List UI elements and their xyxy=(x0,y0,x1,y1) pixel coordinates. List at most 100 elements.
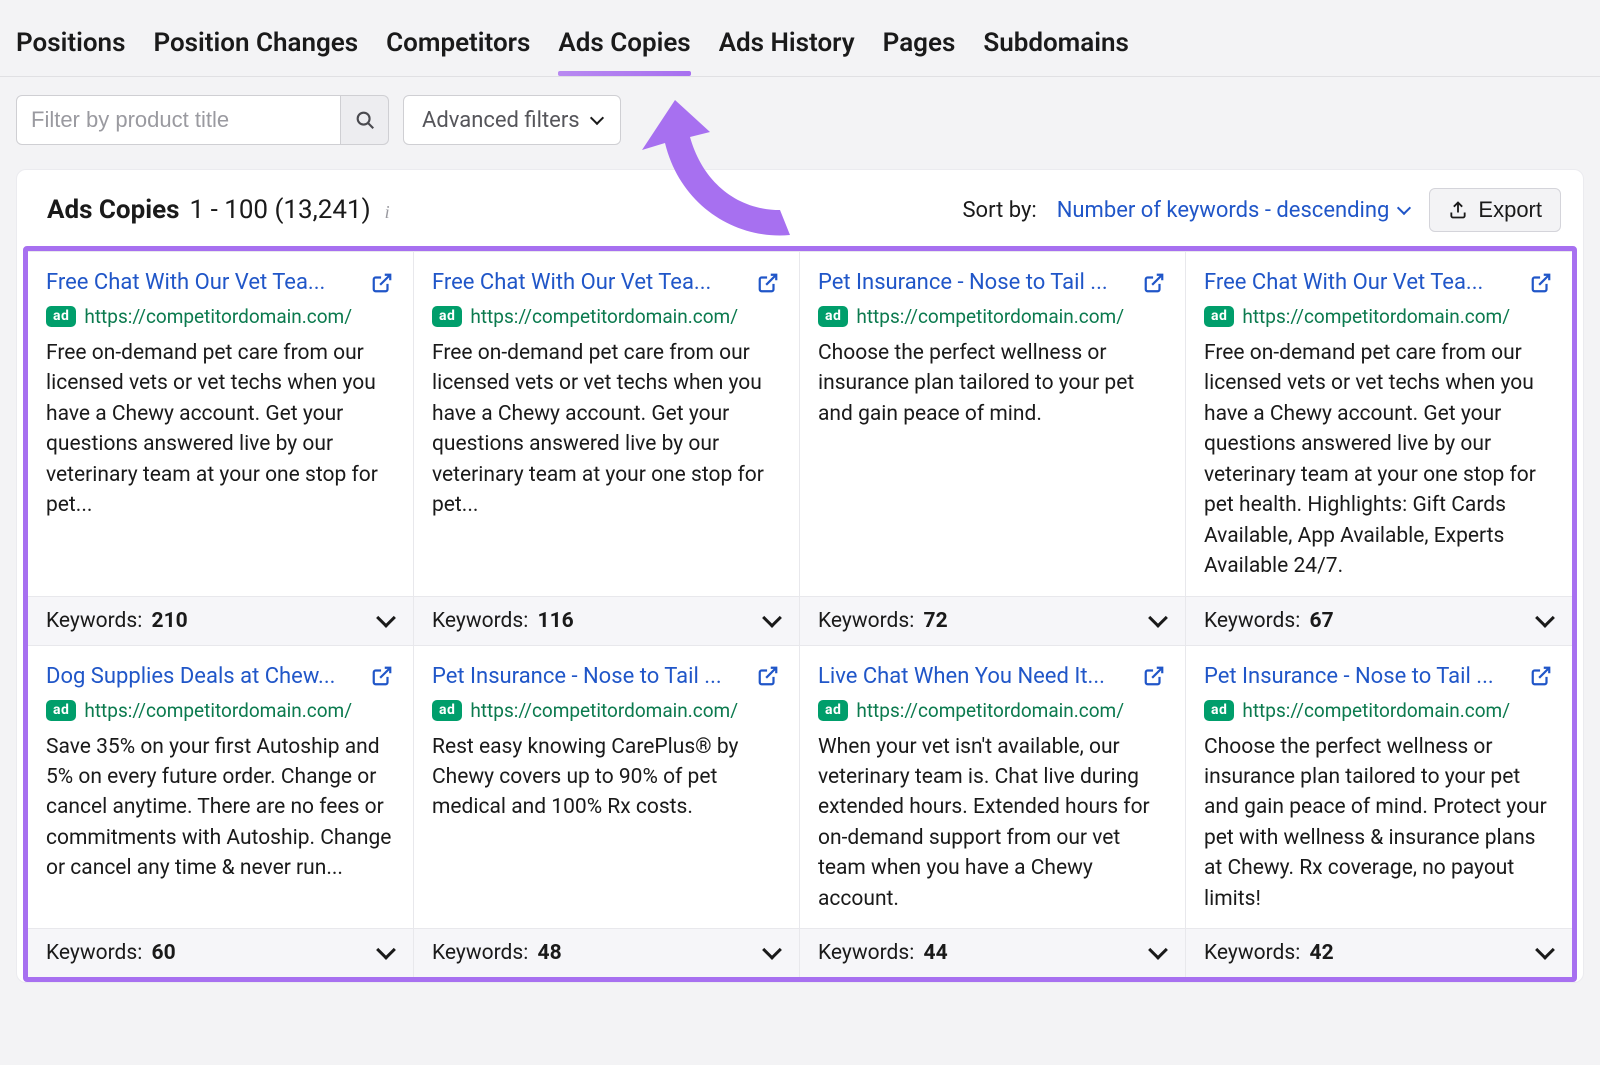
ad-url-row: ad https://competitordomain.com/ xyxy=(818,305,1165,328)
ad-description: Choose the perfect wellness or insurance… xyxy=(818,338,1165,429)
ad-url: https://competitordomain.com/ xyxy=(1242,699,1510,722)
keywords-toggle[interactable]: Keywords: 72 xyxy=(800,596,1186,645)
ad-title-link[interactable]: Free Chat With Our Vet Tea... xyxy=(1204,270,1483,295)
ad-url: https://competitordomain.com/ xyxy=(84,699,352,722)
open-external-button[interactable] xyxy=(757,665,779,687)
ad-description: Save 35% on your first Autoship and 5% o… xyxy=(46,732,393,884)
keywords-label: Keywords: 60 xyxy=(46,941,176,965)
ads-highlight: Free Chat With Our Vet Tea... ad https://c… xyxy=(23,246,1577,982)
tab-positions[interactable]: Positions xyxy=(16,28,125,76)
open-external-button[interactable] xyxy=(371,272,393,294)
keywords-count: 116 xyxy=(538,609,574,633)
ad-title-link[interactable]: Dog Supplies Deals at Chew... xyxy=(46,664,335,689)
keywords-label: Keywords: 48 xyxy=(432,941,562,965)
ad-badge: ad xyxy=(432,306,462,327)
chevron-down-icon xyxy=(376,608,396,628)
ad-title-link[interactable]: Free Chat With Our Vet Tea... xyxy=(46,270,325,295)
external-link-icon xyxy=(371,665,393,687)
tab-position-changes[interactable]: Position Changes xyxy=(153,28,358,76)
ad-description: When your vet isn't available, our veter… xyxy=(818,732,1165,915)
keywords-toggle[interactable]: Keywords: 116 xyxy=(414,596,800,645)
ad-title-link[interactable]: Live Chat When You Need It... xyxy=(818,664,1105,689)
ad-description: Free on-demand pet care from our license… xyxy=(1204,338,1552,582)
ad-title-link[interactable]: Pet Insurance - Nose to Tail ... xyxy=(1204,664,1494,689)
ad-url: https://competitordomain.com/ xyxy=(856,305,1124,328)
chevron-down-icon xyxy=(1148,608,1168,628)
keywords-toggle[interactable]: Keywords: 67 xyxy=(1186,596,1572,645)
tab-competitors[interactable]: Competitors xyxy=(386,28,530,76)
ad-badge: ad xyxy=(818,306,848,327)
export-button[interactable]: Export xyxy=(1429,188,1561,232)
ad-url-row: ad https://competitordomain.com/ xyxy=(1204,305,1552,328)
ad-url: https://competitordomain.com/ xyxy=(1242,305,1510,328)
chevron-down-icon xyxy=(590,111,604,125)
chevron-down-icon xyxy=(1397,201,1411,215)
advanced-filters-button[interactable]: Advanced filters xyxy=(403,95,621,145)
ad-title-link[interactable]: Pet Insurance - Nose to Tail ... xyxy=(818,270,1108,295)
ad-url: https://competitordomain.com/ xyxy=(470,699,738,722)
keywords-toggle[interactable]: Keywords: 210 xyxy=(28,596,414,645)
open-external-button[interactable] xyxy=(371,665,393,687)
chevron-down-icon xyxy=(1535,608,1555,628)
keywords-toggle[interactable]: Keywords: 48 xyxy=(414,928,800,977)
open-external-button[interactable] xyxy=(1143,272,1165,294)
keywords-label: Keywords: 72 xyxy=(818,609,948,633)
chevron-down-icon xyxy=(762,940,782,960)
ad-badge: ad xyxy=(46,306,76,327)
panel-range: 1 - 100 (13,241) xyxy=(190,195,371,225)
keywords-count: 67 xyxy=(1310,609,1334,633)
ad-title-row: Dog Supplies Deals at Chew... xyxy=(46,664,393,689)
keywords-count: 210 xyxy=(152,609,188,633)
external-link-icon xyxy=(1530,665,1552,687)
ad-title-link[interactable]: Pet Insurance - Nose to Tail ... xyxy=(432,664,722,689)
tab-pages[interactable]: Pages xyxy=(883,28,956,76)
open-external-button[interactable] xyxy=(1143,665,1165,687)
ad-card: Free Chat With Our Vet Tea... ad https://c… xyxy=(1186,251,1572,596)
ad-card: Pet Insurance - Nose to Tail ... ad https:… xyxy=(800,251,1186,596)
chevron-down-icon xyxy=(762,608,782,628)
keywords-count: 48 xyxy=(538,941,562,965)
ad-title-row: Pet Insurance - Nose to Tail ... xyxy=(432,664,779,689)
external-link-icon xyxy=(1530,272,1552,294)
sort-by-label: Sort by: xyxy=(962,198,1036,223)
tab-ads-copies[interactable]: Ads Copies xyxy=(558,28,690,76)
ad-badge: ad xyxy=(1204,306,1234,327)
filters-row: Advanced filters xyxy=(0,77,1600,163)
keywords-toggle[interactable]: Keywords: 42 xyxy=(1186,928,1572,977)
ad-title-link[interactable]: Free Chat With Our Vet Tea... xyxy=(432,270,711,295)
ad-description: Free on-demand pet care from our license… xyxy=(432,338,779,521)
ad-url-row: adhttps://competitordomain.com/ xyxy=(432,699,779,722)
open-external-button[interactable] xyxy=(1530,665,1552,687)
open-external-button[interactable] xyxy=(1530,272,1552,294)
keywords-count: 72 xyxy=(924,609,948,633)
panel-header-right: Sort by: Number of keywords - descending… xyxy=(962,188,1561,232)
keywords-toggle[interactable]: Keywords: 60 xyxy=(28,928,414,977)
ad-card: Live Chat When You Need It...adhttps://c… xyxy=(800,645,1186,929)
search-icon xyxy=(354,109,376,131)
keywords-toggle[interactable]: Keywords: 44 xyxy=(800,928,1186,977)
tab-ads-history[interactable]: Ads History xyxy=(719,28,855,76)
keywords-label: Keywords: 67 xyxy=(1204,609,1334,633)
info-icon[interactable]: i xyxy=(385,202,390,223)
ad-title-row: Pet Insurance - Nose to Tail ... xyxy=(818,270,1165,295)
external-link-icon xyxy=(1143,272,1165,294)
filter-input[interactable] xyxy=(16,95,341,145)
tab-subdomains[interactable]: Subdomains xyxy=(983,28,1129,76)
sort-select[interactable]: Number of keywords - descending xyxy=(1057,198,1410,223)
ad-description: Rest easy knowing CarePlus® by Chewy cov… xyxy=(432,732,779,823)
ad-url: https://competitordomain.com/ xyxy=(470,305,738,328)
open-external-button[interactable] xyxy=(757,272,779,294)
ad-url: https://competitordomain.com/ xyxy=(856,699,1124,722)
ad-description: Free on-demand pet care from our license… xyxy=(46,338,393,521)
ads-copies-panel: Ads Copies 1 - 100 (13,241) i Sort by: N… xyxy=(16,169,1584,983)
ad-title-row: Pet Insurance - Nose to Tail ... xyxy=(1204,664,1552,689)
ad-card: Pet Insurance - Nose to Tail ...adhttps:… xyxy=(1186,645,1572,929)
keywords-label: Keywords: 42 xyxy=(1204,941,1334,965)
keywords-label: Keywords: 116 xyxy=(432,609,574,633)
search-button[interactable] xyxy=(341,95,389,145)
external-link-icon xyxy=(1143,665,1165,687)
ad-url-row: ad https://competitordomain.com/ xyxy=(432,305,779,328)
keywords-count: 42 xyxy=(1310,941,1334,965)
keywords-label: Keywords: 44 xyxy=(818,941,948,965)
panel-title: Ads Copies 1 - 100 (13,241) i xyxy=(47,195,390,225)
